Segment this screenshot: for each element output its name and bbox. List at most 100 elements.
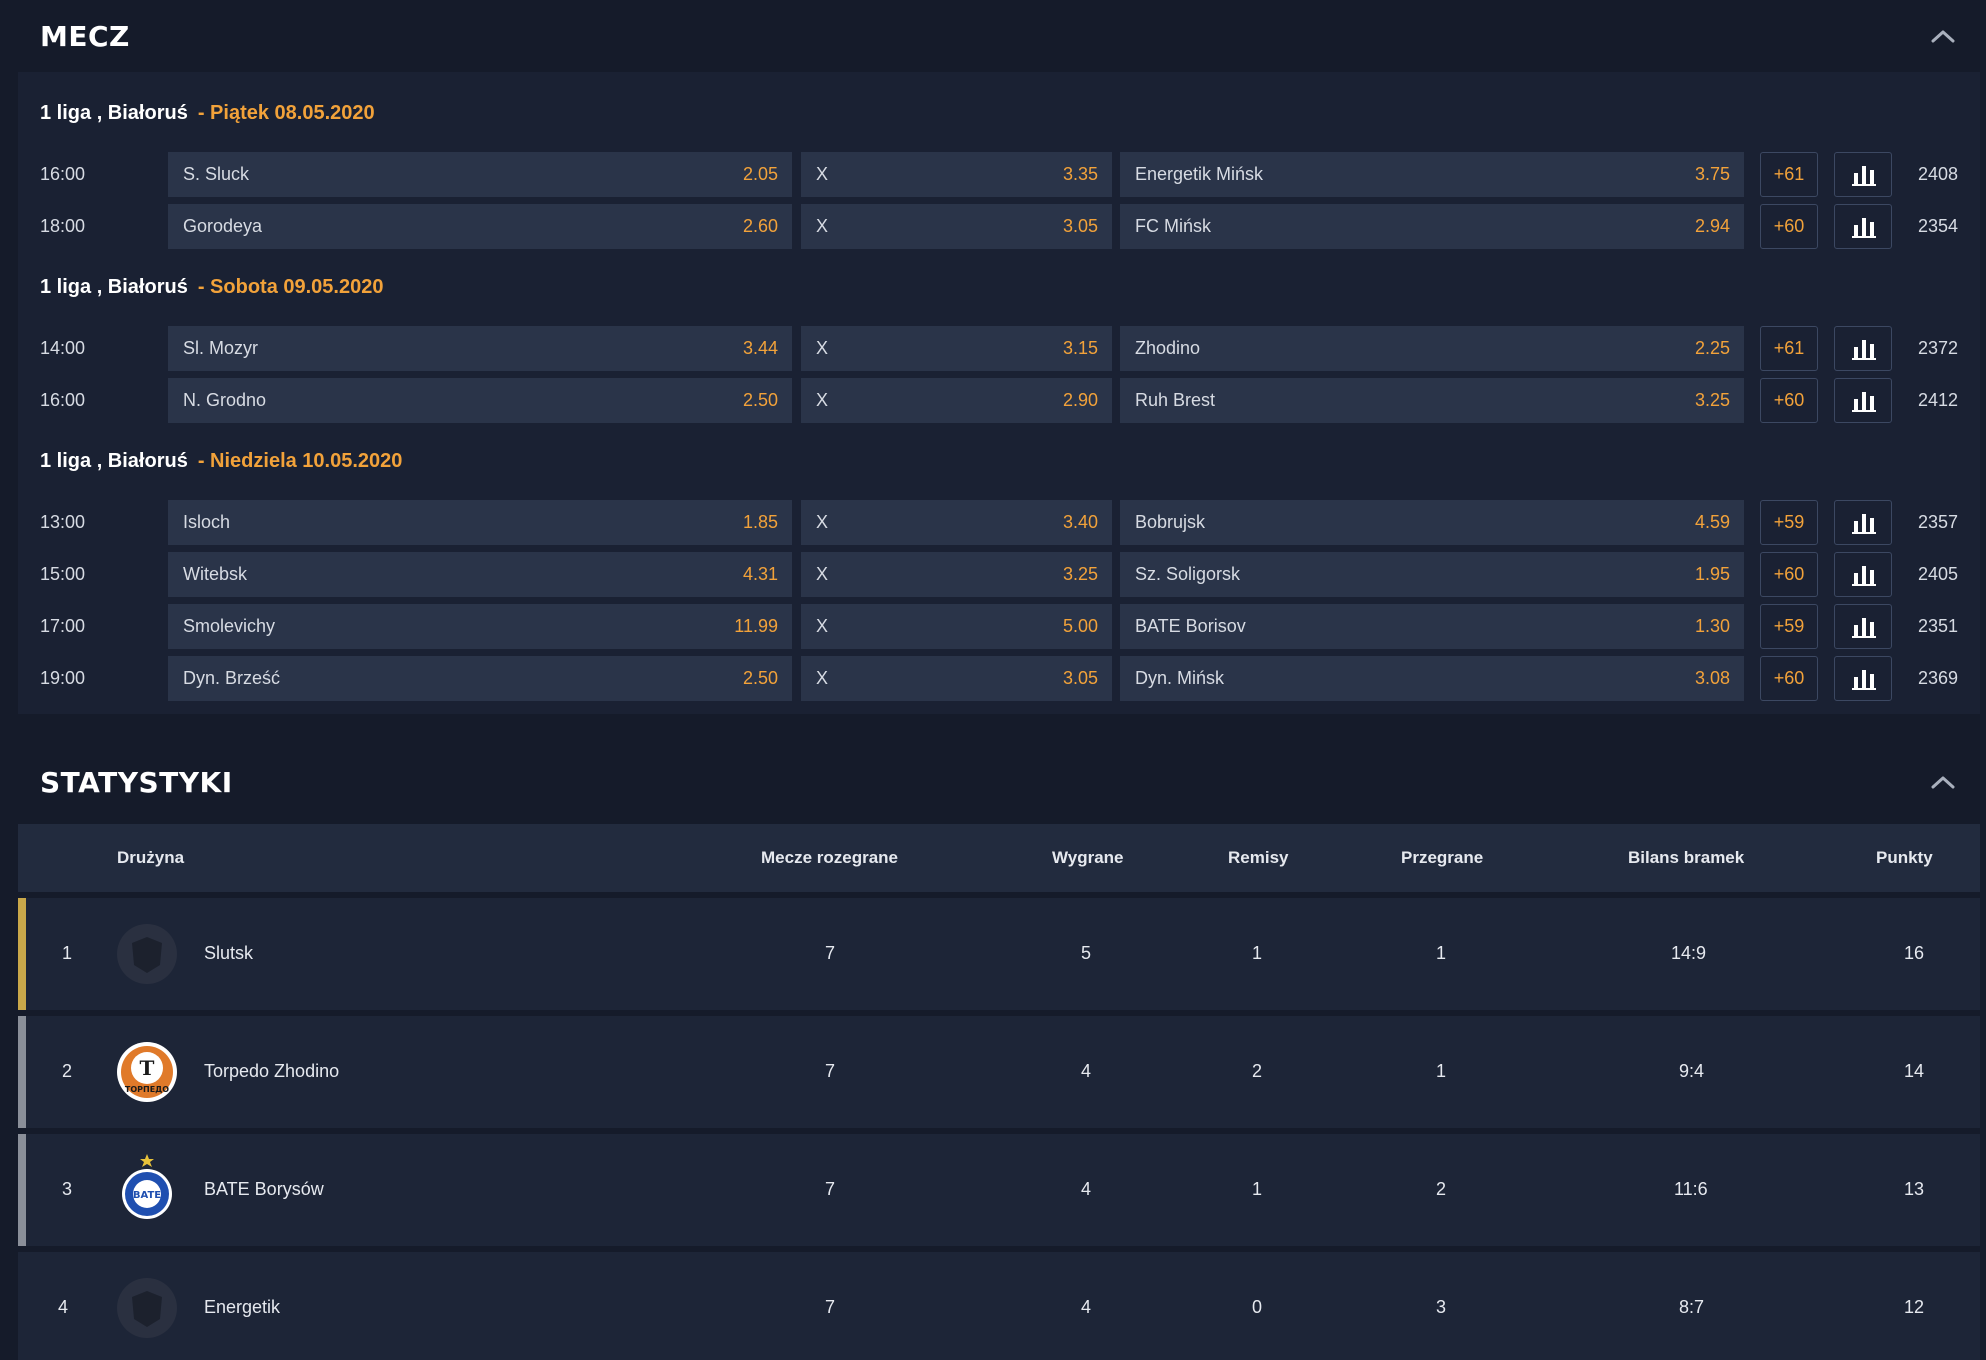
- match-row: 13:00 Isloch 1.85 X 3.40 Bobrujsk 4.59 +59 …: [18, 500, 1980, 545]
- match-row: 16:00 N. Grodno 2.50 X 2.90 Ruh Brest 3.25 …: [18, 378, 1980, 423]
- position: 1: [62, 943, 73, 963]
- more-markets-button[interactable]: +61: [1760, 326, 1818, 371]
- home-odd-button[interactable]: N. Grodno 2.50: [168, 378, 792, 423]
- position: 2: [62, 1061, 73, 1081]
- away-odd: 1.95: [1694, 564, 1730, 584]
- stats-button[interactable]: [1834, 378, 1892, 423]
- more-markets-button[interactable]: +60: [1760, 204, 1818, 249]
- stats-button[interactable]: [1834, 604, 1892, 649]
- team-name[interactable]: BATE Borysów: [204, 1179, 324, 1200]
- team-name[interactable]: Energetik: [204, 1297, 280, 1318]
- away-odd-button[interactable]: FC Mińsk 2.94: [1120, 204, 1744, 249]
- crest-letter: Т: [140, 1056, 155, 1080]
- away-odd-button[interactable]: Energetik Mińsk 3.75: [1120, 152, 1744, 197]
- home-odd-button[interactable]: S. Sluck 2.05: [168, 152, 792, 197]
- home-odd-button[interactable]: Witebsk 4.31: [168, 552, 792, 597]
- bar-chart-icon: [1852, 514, 1876, 534]
- group-title: 1 liga , Białoruś - Piątek 08.05.2020: [40, 102, 375, 125]
- home-team: Dyn. Brześć: [183, 668, 281, 688]
- away-team: Dyn. Mińsk: [1135, 668, 1225, 688]
- home-team: Gorodeya: [183, 216, 263, 236]
- stats-button[interactable]: [1834, 552, 1892, 597]
- home-odd: 2.05: [742, 164, 778, 184]
- home-odd-button[interactable]: Dyn. Brześć 2.50: [168, 656, 792, 701]
- match-time: 19:00: [40, 668, 86, 688]
- table-row[interactable]: 1 Slutsk 7 5 1 1 14:9 16: [18, 898, 1980, 1010]
- draw-odd: 2.90: [1062, 390, 1098, 410]
- home-team: S. Sluck: [183, 164, 250, 184]
- match-time: 15:00: [40, 564, 86, 584]
- stats-button[interactable]: [1834, 656, 1892, 701]
- draw-odd: 3.05: [1062, 216, 1098, 236]
- home-odd-button[interactable]: Isloch 1.85: [168, 500, 792, 545]
- draw-label: X: [816, 390, 829, 410]
- more-markets-button[interactable]: +61: [1760, 152, 1818, 197]
- played-value: 7: [825, 1179, 836, 1199]
- home-odd-button[interactable]: Sl. Mozyr 3.44: [168, 326, 792, 371]
- draw-odd-button[interactable]: X 3.35: [801, 152, 1112, 197]
- away-odd-button[interactable]: Bobrujsk 4.59: [1120, 500, 1744, 545]
- draw-odd-button[interactable]: X 3.25: [801, 552, 1112, 597]
- match-id: 2408: [1918, 164, 1959, 184]
- away-odd: 3.75: [1694, 164, 1730, 184]
- more-markets-button[interactable]: +59: [1760, 604, 1818, 649]
- match-id: 2354: [1918, 216, 1959, 236]
- group-title: 1 liga , Białoruś - Sobota 09.05.2020: [40, 276, 383, 299]
- lost-value: 2: [1436, 1179, 1447, 1199]
- draw-odd-button[interactable]: X 3.40: [801, 500, 1112, 545]
- home-team: Isloch: [183, 512, 231, 532]
- table-row[interactable]: 3 BATE BATE Borysów 7 4 1 2 11:6 13: [18, 1134, 1980, 1246]
- chevron-up-icon[interactable]: [1928, 24, 1958, 48]
- stats-button[interactable]: [1834, 326, 1892, 371]
- stats-button[interactable]: [1834, 204, 1892, 249]
- draw-odd-button[interactable]: X 3.15: [801, 326, 1112, 371]
- away-odd: 2.25: [1694, 338, 1730, 358]
- away-odd-button[interactable]: BATE Borisov 1.30: [1120, 604, 1744, 649]
- table-row[interactable]: 2 Т ТОРПЕДО Torpedo Zhodino 7 4 2 1 9:4 1…: [18, 1016, 1980, 1128]
- match-row: 14:00 Sl. Mozyr 3.44 X 3.15 Zhodino 2.25 +6…: [18, 326, 1980, 371]
- team-name[interactable]: Torpedo Zhodino: [204, 1061, 339, 1082]
- bar-chart-icon: [1852, 218, 1876, 238]
- chevron-up-icon[interactable]: [1928, 770, 1958, 794]
- position-bar: [18, 1134, 26, 1246]
- draw-odd-button[interactable]: X 5.00: [801, 604, 1112, 649]
- more-markets-button[interactable]: +60: [1760, 552, 1818, 597]
- home-odd-button[interactable]: Smolevichy 11.99: [168, 604, 792, 649]
- bar-chart-icon: [1852, 566, 1876, 586]
- away-odd: 3.25: [1694, 390, 1730, 410]
- stats-button[interactable]: [1834, 152, 1892, 197]
- home-odd: 11.99: [734, 616, 778, 636]
- home-odd-button[interactable]: Gorodeya 2.60: [168, 204, 792, 249]
- more-markets-button[interactable]: +60: [1760, 378, 1818, 423]
- stats-button[interactable]: [1834, 500, 1892, 545]
- home-odd: 2.60: [742, 216, 778, 236]
- position-bar: [18, 898, 26, 1010]
- draw-odd-button[interactable]: X 3.05: [801, 656, 1112, 701]
- group-date: - Sobota 09.05.2020: [197, 276, 384, 298]
- team-name[interactable]: Slutsk: [204, 943, 253, 964]
- away-odd-button[interactable]: Zhodino 2.25: [1120, 326, 1744, 371]
- lost-value: 3: [1436, 1297, 1447, 1317]
- draw-odd-button[interactable]: X 2.90: [801, 378, 1112, 423]
- stats-section-title: STATYSTYKI: [40, 766, 233, 799]
- away-odd-button[interactable]: Ruh Brest 3.25: [1120, 378, 1744, 423]
- group-league: 1 liga , Białoruś: [40, 102, 188, 124]
- away-odd-button[interactable]: Sz. Soligorsk 1.95: [1120, 552, 1744, 597]
- more-markets-button[interactable]: +60: [1760, 656, 1818, 701]
- away-odd-button[interactable]: Dyn. Mińsk 3.08: [1120, 656, 1744, 701]
- bar-chart-icon: [1852, 670, 1876, 690]
- draw-odd: 3.05: [1062, 668, 1098, 688]
- home-odd: 2.50: [742, 390, 778, 410]
- lost-value: 1: [1436, 1061, 1447, 1081]
- group-league: 1 liga , Białoruś: [40, 276, 188, 298]
- position-bar: [18, 1016, 26, 1128]
- points-value: 14: [1904, 1061, 1925, 1081]
- match-time: 13:00: [40, 512, 86, 532]
- points-value: 12: [1904, 1297, 1925, 1317]
- draw-odd: 3.35: [1062, 164, 1098, 184]
- col-won: Wygrane: [1052, 848, 1124, 867]
- match-row: 15:00 Witebsk 4.31 X 3.25 Sz. Soligorsk 1.9…: [18, 552, 1980, 597]
- draw-odd-button[interactable]: X 3.05: [801, 204, 1112, 249]
- more-markets-button[interactable]: +59: [1760, 500, 1818, 545]
- table-row[interactable]: 4 Energetik 7 4 0 3 8:7 12: [18, 1252, 1980, 1360]
